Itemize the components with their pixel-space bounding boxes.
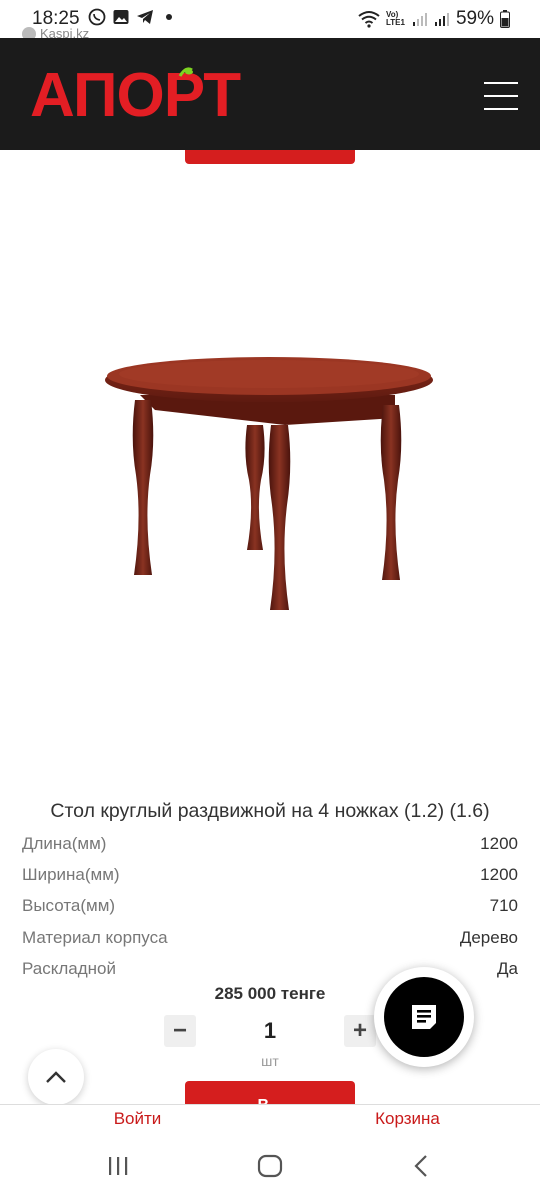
- spec-value: 1200: [480, 833, 518, 853]
- quantity-unit: шт: [261, 1053, 279, 1069]
- battery-icon: [500, 10, 510, 28]
- quantity-decrease-button[interactable]: −: [164, 1015, 196, 1047]
- product-image-round-table: [105, 357, 433, 610]
- gallery-icon: [113, 10, 129, 24]
- product-specs: Длина(мм) 1200 Ширина(мм) 1200 Высота(мм…: [22, 828, 518, 984]
- quantity-value: 1: [263, 1018, 277, 1043]
- chat-fab-button[interactable]: [374, 967, 474, 1067]
- login-link[interactable]: Войти: [0, 1109, 275, 1129]
- battery-percent: 59%: [455, 8, 494, 29]
- cart-link[interactable]: Корзина: [275, 1109, 540, 1129]
- scroll-to-top-button[interactable]: [28, 1049, 84, 1105]
- site-header: АПОРТ: [0, 38, 540, 150]
- menu-line: [484, 82, 518, 84]
- signal-icon: [434, 13, 449, 26]
- spec-value: 710: [489, 896, 518, 916]
- spec-row: Длина(мм) 1200: [22, 828, 518, 859]
- hamburger-menu-icon[interactable]: [484, 82, 518, 110]
- home-icon[interactable]: [257, 1154, 283, 1178]
- system-nav-bar: [0, 1136, 540, 1200]
- more-notifications-dot: [166, 14, 172, 20]
- network-label: LTE1: [385, 18, 405, 27]
- spec-row: Материал корпуса Дерево: [22, 922, 518, 953]
- product-title: Стол круглый раздвижной на 4 ножках (1.2…: [50, 800, 490, 822]
- spec-value: Дерево: [459, 927, 518, 947]
- spec-value: 1200: [480, 864, 518, 884]
- wifi-icon: [358, 11, 380, 28]
- volte-lte-indicator: Vo) LTE1: [385, 10, 405, 27]
- spec-label: Длина(мм): [22, 833, 107, 853]
- chat-note-icon: [412, 1005, 436, 1029]
- telegram-icon: [137, 10, 153, 24]
- svg-text:АПОРТ: АПОРТ: [30, 64, 241, 124]
- aport-logo[interactable]: АПОРТ: [30, 64, 270, 124]
- chevron-up-icon: [46, 1071, 66, 1083]
- status-notification-icons: [88, 8, 172, 26]
- signal-weak-icon: [412, 13, 427, 26]
- order-button-partial[interactable]: [185, 150, 355, 164]
- back-icon[interactable]: [412, 1154, 430, 1178]
- quantity-increase-button[interactable]: +: [344, 1015, 376, 1047]
- whatsapp-icon: [88, 8, 106, 26]
- menu-line: [484, 95, 518, 97]
- menu-line: [484, 108, 518, 110]
- recent-apps-icon[interactable]: [106, 1154, 130, 1178]
- spec-label: Ширина(мм): [22, 864, 120, 884]
- chat-fab-inner: [384, 977, 464, 1057]
- spec-value: Да: [497, 958, 518, 978]
- bottom-nav: Войти Корзина: [0, 1104, 540, 1136]
- spec-label: Раскладной: [22, 958, 116, 978]
- spec-row: Высота(мм) 710: [22, 891, 518, 922]
- status-system-icons: Vo) LTE1 59%: [358, 8, 510, 30]
- spec-label: Материал корпуса: [22, 927, 168, 947]
- spec-row: Ширина(мм) 1200: [22, 859, 518, 890]
- status-bar: 18:25 Kaspi.kz Vo) LTE1 59%: [0, 0, 540, 41]
- spec-label: Высота(мм): [22, 896, 116, 916]
